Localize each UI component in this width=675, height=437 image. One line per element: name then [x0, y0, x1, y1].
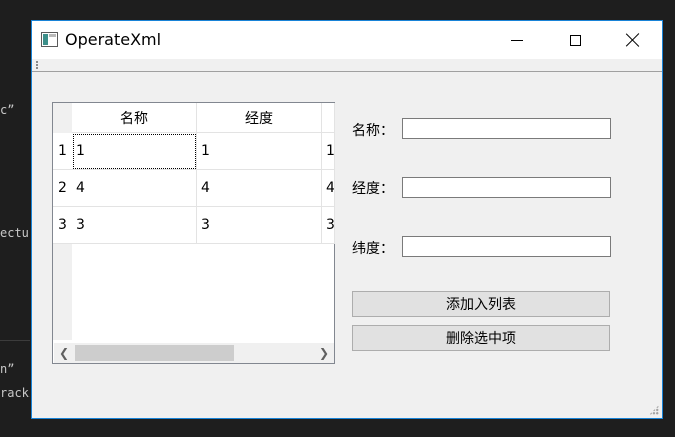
table-cell[interactable]: 1 [322, 133, 335, 170]
name-label: 名称： [352, 123, 394, 139]
row-header[interactable]: 1 [53, 133, 72, 170]
resize-grip[interactable] [649, 405, 659, 415]
column-header-longitude[interactable]: 经度 [197, 103, 322, 133]
minimize-icon [511, 39, 523, 41]
table-cell[interactable]: 4 [197, 170, 322, 207]
longitude-input[interactable] [402, 177, 611, 198]
title-bar[interactable]: OperateXml [32, 21, 662, 59]
window-title: OperateXml [65, 30, 162, 49]
row-header[interactable]: 3 [53, 207, 72, 244]
app-icon [41, 32, 58, 47]
bg-divider [0, 340, 30, 341]
data-table[interactable]: 名称 经度 纬度 1 2 3 1 1 1 4 4 4 3 3 3 ❮ ❯ [52, 102, 335, 364]
bg-code-fragment: n” [0, 362, 15, 376]
column-header-latitude[interactable]: 纬度 [322, 103, 335, 133]
table-cell[interactable]: 1 [72, 133, 197, 170]
toolbar-divider [32, 71, 662, 72]
row-header-empty [53, 244, 72, 340]
table-cell[interactable]: 4 [322, 170, 335, 207]
column-header-name[interactable]: 名称 [72, 103, 197, 133]
table-cell[interactable]: 3 [322, 207, 335, 244]
close-button[interactable] [604, 21, 662, 59]
horizontal-scrollbar[interactable]: ❮ ❯ [54, 343, 334, 363]
latitude-input[interactable] [402, 236, 611, 257]
latitude-label: 纬度： [352, 241, 394, 257]
close-icon [626, 33, 640, 47]
longitude-label: 经度： [352, 181, 394, 197]
scrollbar-thumb[interactable] [75, 345, 234, 361]
bg-code-fragment: ectu [0, 226, 29, 240]
delete-selected-button[interactable]: 删除选中项 [352, 325, 610, 351]
table-cell[interactable]: 3 [72, 207, 197, 244]
table-corner-button[interactable] [53, 103, 72, 133]
maximize-icon [569, 34, 581, 46]
add-to-list-button[interactable]: 添加入列表 [352, 291, 610, 317]
row-header[interactable]: 2 [53, 170, 72, 207]
table-cell[interactable]: 4 [72, 170, 197, 207]
maximize-button[interactable] [546, 21, 604, 59]
toolbar-grip[interactable] [36, 61, 38, 69]
chevron-left-icon[interactable]: ❮ [54, 343, 74, 363]
chevron-right-icon[interactable]: ❯ [314, 343, 334, 363]
name-input[interactable] [402, 118, 611, 139]
minimize-button[interactable] [488, 21, 546, 59]
bg-code-fragment: c” [0, 103, 15, 117]
app-window: OperateXml 名称 经度 纬度 1 2 3 1 1 1 4 4 4 3 … [31, 20, 663, 419]
bg-code-fragment: racki [0, 386, 30, 400]
table-cell[interactable]: 3 [197, 207, 322, 244]
table-cell[interactable]: 1 [197, 133, 322, 170]
